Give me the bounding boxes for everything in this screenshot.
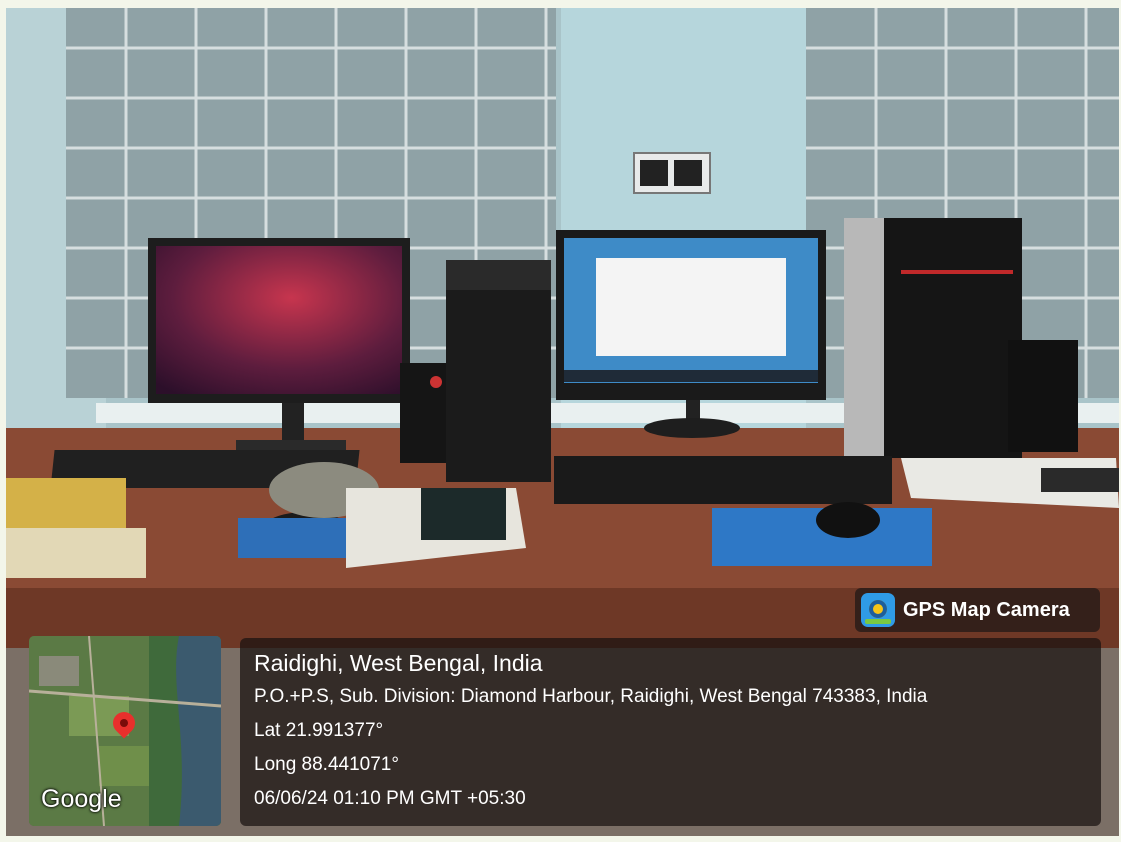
gps-map-camera-icon xyxy=(861,593,895,627)
latitude: Lat 21.991377° xyxy=(254,720,384,741)
timestamp: 06/06/24 01:10 PM GMT +05:30 xyxy=(254,788,526,809)
gps-map-camera-badge: GPS Map Camera xyxy=(855,588,1100,632)
badge-label: GPS Map Camera xyxy=(903,598,1070,621)
google-logo: Google xyxy=(41,785,122,813)
location-info-panel: Raidighi, West Bengal, India P.O.+P.S, S… xyxy=(240,638,1101,826)
location-title: Raidighi, West Bengal, India xyxy=(254,650,543,676)
location-address: P.O.+P.S, Sub. Division: Diamond Harbour… xyxy=(254,686,928,707)
map-thumbnail: Google xyxy=(29,636,221,826)
longitude: Long 88.441071° xyxy=(254,754,399,775)
